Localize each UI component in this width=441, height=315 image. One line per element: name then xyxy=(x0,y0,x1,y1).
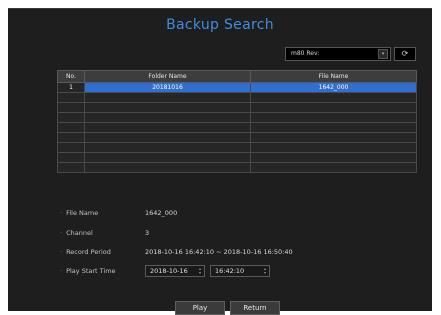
table-header-row: No. Folder Name File Name xyxy=(57,70,417,83)
time-spinner-icon[interactable]: ▴ ▾ xyxy=(262,267,268,275)
backup-search-dialog: Backup Search m80 Rev: ▾ ⟳ No. Folder Na… xyxy=(8,8,432,315)
table-row[interactable] xyxy=(57,122,417,133)
device-select-value: m80 Rev: xyxy=(291,50,320,57)
play-start-date-field[interactable]: 2018-10-16 ▴ ▾ xyxy=(145,265,205,277)
row-folder xyxy=(84,142,251,153)
row-file xyxy=(250,142,417,153)
row-folder xyxy=(84,162,251,173)
row-file xyxy=(250,162,417,173)
record-period-value: 2018-10-16 16:42:10 ~ 2018-10-16 16:50:4… xyxy=(145,248,293,256)
chevron-down-icon: ▾ xyxy=(378,49,388,59)
backup-file-table: No. Folder Name File Name 1 20181016 164… xyxy=(57,70,417,173)
row-no xyxy=(57,102,85,113)
row-no: 1 xyxy=(57,82,85,93)
row-no xyxy=(57,142,85,153)
dialog-title: Backup Search xyxy=(166,17,274,33)
row-no xyxy=(57,112,85,123)
row-folder xyxy=(84,112,251,123)
table-row[interactable] xyxy=(57,132,417,143)
refresh-icon: ⟳ xyxy=(401,49,409,58)
file-name-label: · File Name xyxy=(60,209,99,217)
row-folder: 20181016 xyxy=(84,82,251,93)
column-header-no: No. xyxy=(57,70,85,83)
row-file xyxy=(250,102,417,113)
play-start-time-field[interactable]: 16:42:10 ▴ ▾ xyxy=(210,265,270,277)
table-row[interactable] xyxy=(57,92,417,103)
play-start-time-label: · Play Start Time xyxy=(60,267,116,275)
play-button[interactable]: Play xyxy=(175,301,225,315)
row-no xyxy=(57,162,85,173)
row-folder xyxy=(84,132,251,143)
channel-label: · Channel xyxy=(60,229,93,237)
return-button[interactable]: Return xyxy=(230,301,280,315)
table-row[interactable] xyxy=(57,152,417,163)
column-header-folder-name: Folder Name xyxy=(84,70,251,83)
play-start-time-value: 16:42:10 xyxy=(215,267,245,275)
record-period-label: · Record Period xyxy=(60,248,111,256)
table-row[interactable] xyxy=(57,102,417,113)
row-file xyxy=(250,112,417,123)
date-spinner-icon[interactable]: ▴ ▾ xyxy=(197,267,203,275)
row-no xyxy=(57,152,85,163)
column-header-file-name: File Name xyxy=(250,70,417,83)
row-file: 1642_000 xyxy=(250,82,417,93)
row-folder xyxy=(84,152,251,163)
row-folder xyxy=(84,122,251,133)
channel-value: 3 xyxy=(145,229,150,237)
row-file xyxy=(250,92,417,103)
row-file xyxy=(250,122,417,133)
file-name-value: 1642_000 xyxy=(145,209,178,217)
table-row[interactable] xyxy=(57,112,417,123)
table-row[interactable] xyxy=(57,142,417,153)
table-row[interactable]: 1 20181016 1642_000 xyxy=(57,82,417,93)
row-file xyxy=(250,152,417,163)
row-file xyxy=(250,132,417,143)
table-row[interactable] xyxy=(57,162,417,173)
row-no xyxy=(57,122,85,133)
row-folder xyxy=(84,102,251,113)
row-folder xyxy=(84,92,251,103)
device-select[interactable]: m80 Rev: ▾ xyxy=(285,47,391,61)
row-no xyxy=(57,132,85,143)
play-start-date-value: 2018-10-16 xyxy=(150,267,188,275)
refresh-button[interactable]: ⟳ xyxy=(394,47,416,61)
row-no xyxy=(57,92,85,103)
